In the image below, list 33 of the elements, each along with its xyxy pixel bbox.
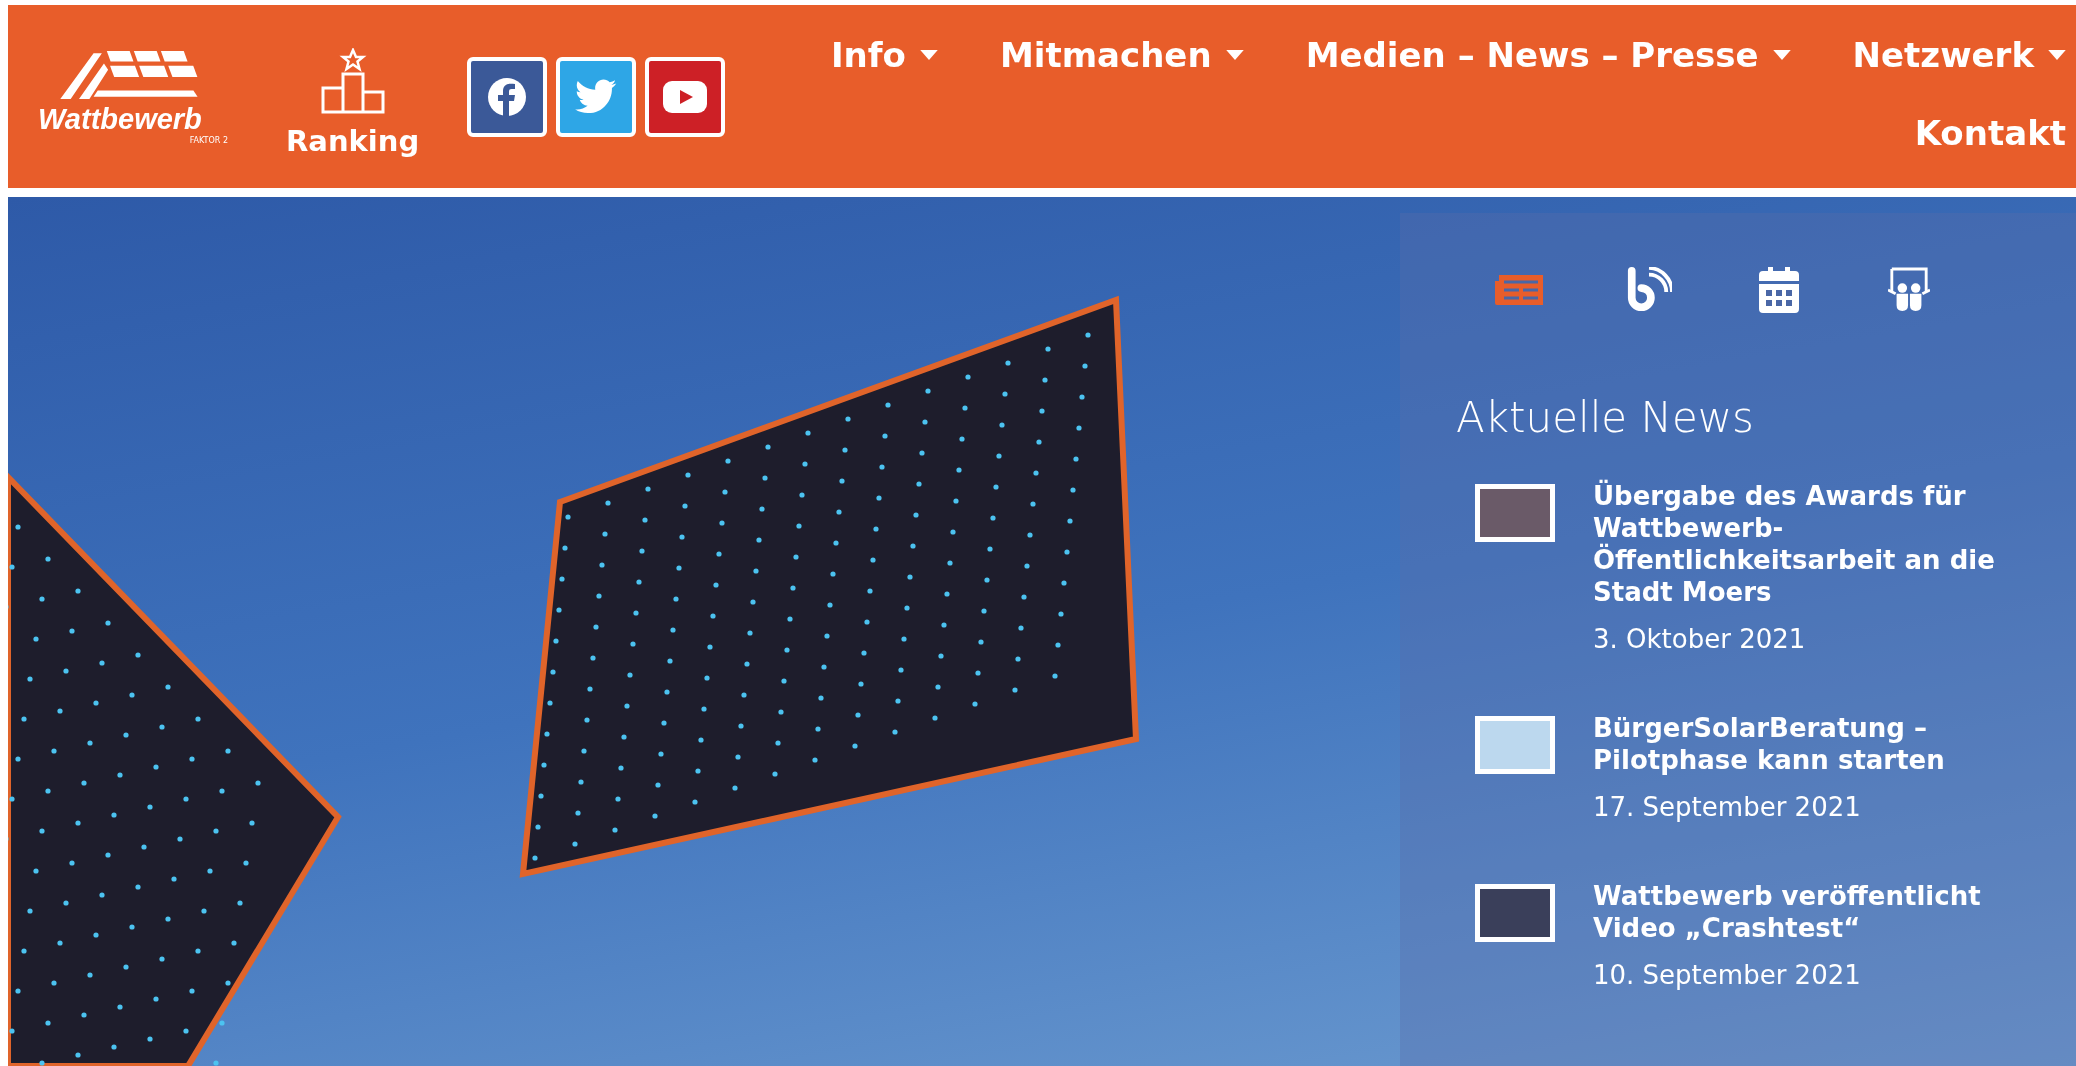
news-title-link[interactable]: Wattbewerb veröffentlicht Video „Crashtest“ [1593,880,2013,944]
photo-placeholder[interactable] [1475,484,1555,542]
news-title-link[interactable]: BürgerSolarBeratung – Pilotphase kann starten [1593,712,2013,776]
facebook-icon [487,76,528,117]
nav-menu-item[interactable]: Mitmachen [999,35,1244,75]
caret-icon [1225,50,1244,60]
caret-icon [919,50,938,60]
caret-icon [1772,50,1791,60]
play-icon [663,80,708,113]
photo-placeholder[interactable] [1475,884,1555,942]
presentation-icon [1888,267,1930,313]
calendar-icon [1759,267,1799,313]
bird-icon [575,78,618,115]
logo-tagline: FAKTOR 2 [189,135,228,145]
nav-menu-item[interactable]: Info [830,35,938,75]
nav-menu-item[interactable]: Medien – News – Presse [1305,35,1791,75]
podium-icon [320,47,385,114]
twitter-button[interactable] [556,56,637,137]
news-date: 17. September 2021 [1593,792,1862,822]
news-title-link[interactable]: Übergabe des Awards für Wattbewerb-Öffentlichkeitsarbeit an die Stadt Moers [1593,480,2013,608]
facebook-button[interactable] [467,56,548,137]
nav-menu-item[interactable]: Kontakt [1914,113,2066,153]
youtube-button[interactable] [645,56,726,137]
ranking-link[interactable]: Ranking [286,47,420,158]
nav-menu-item[interactable]: Netzwerk [1852,35,2066,75]
section-heading: Aktuelle News [1456,393,1755,442]
blog-icon [1626,267,1672,313]
logo[interactable]: Wattbewerb FAKTOR 2 [38,48,238,145]
news-date: 3. Oktober 2021 [1593,624,1807,654]
newspaper-icon [1493,273,1545,307]
news-date: 10. September 2021 [1593,960,1862,990]
caret-icon [2048,50,2066,60]
logo-wordmark: Wattbewerb [38,102,202,136]
